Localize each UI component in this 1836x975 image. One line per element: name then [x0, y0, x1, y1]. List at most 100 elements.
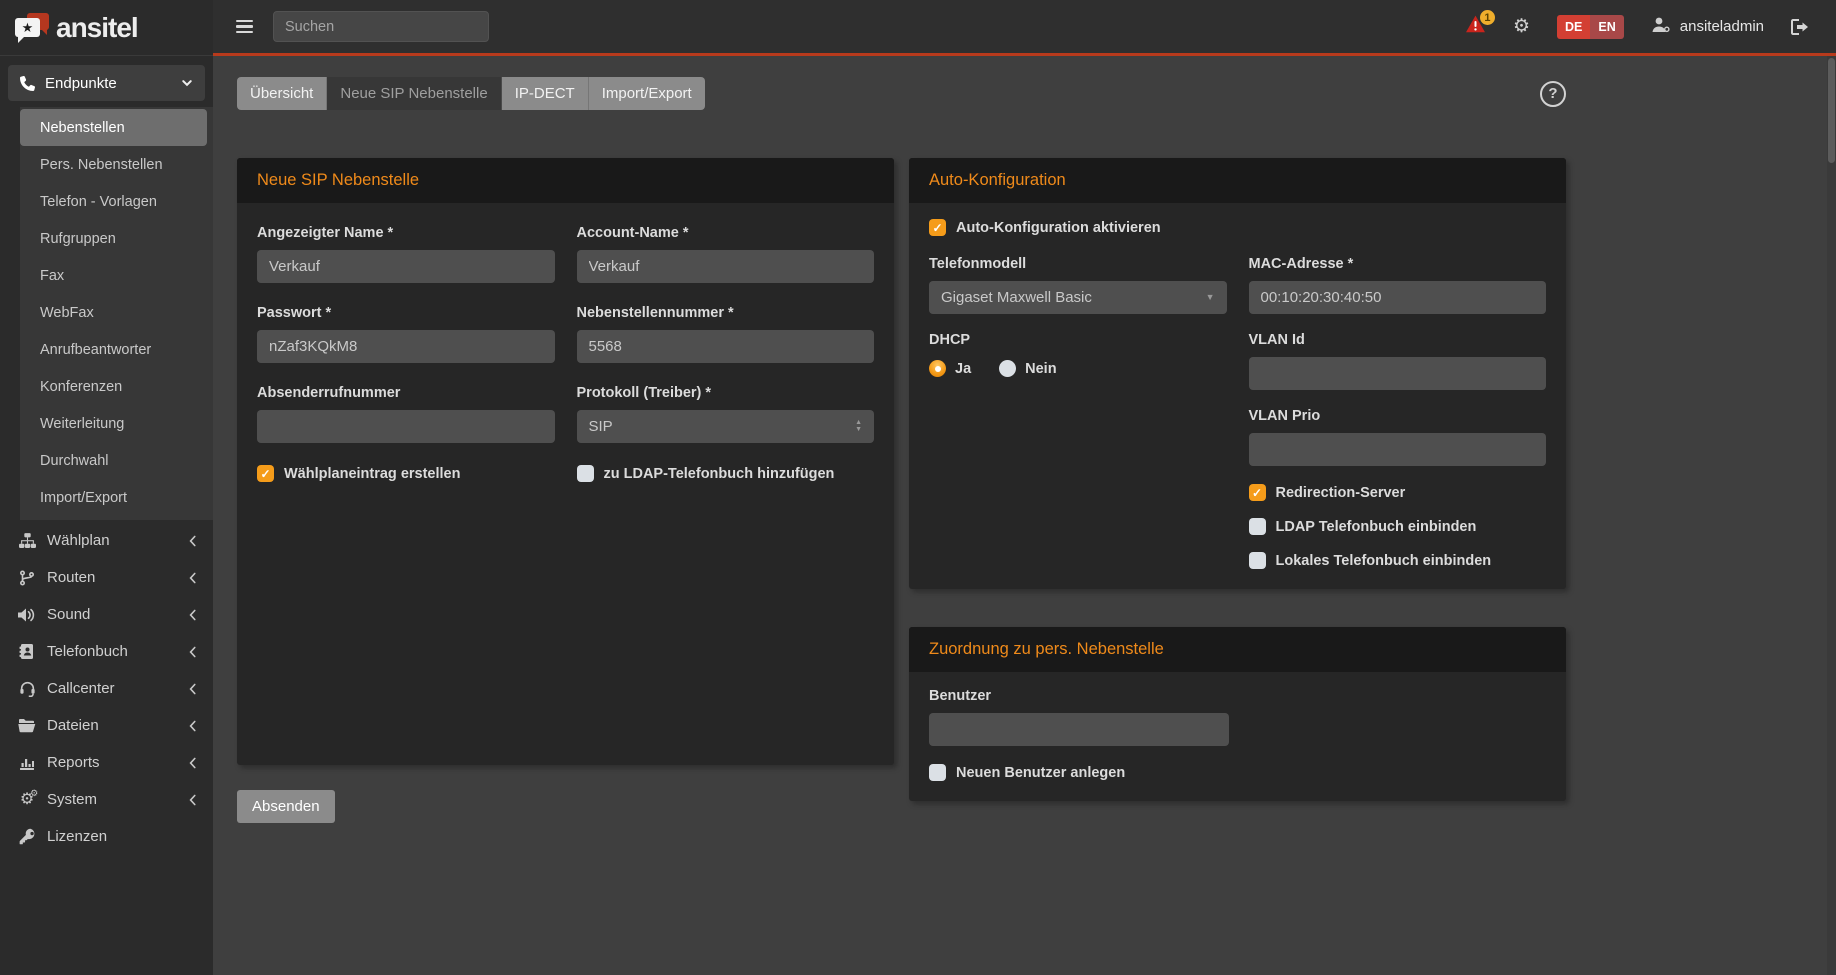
- hamburger-menu-icon[interactable]: [232, 16, 257, 38]
- sidebar-item-import-export[interactable]: Import/Export: [20, 479, 207, 516]
- right-column: Auto-Konfiguration Auto-Konfiguration ak…: [909, 158, 1566, 801]
- sidebar-item-waehlplan[interactable]: Wählplan: [0, 522, 213, 559]
- checkbox-icon[interactable]: [929, 219, 946, 236]
- sidebar-item-nebenstellen[interactable]: Nebenstellen: [20, 109, 207, 146]
- alert-count-badge: 1: [1480, 10, 1495, 25]
- sidebar-item-pers-nebenstellen[interactable]: Pers. Nebenstellen: [20, 146, 207, 183]
- sidebar-item-telefonbuch[interactable]: Telefonbuch: [0, 633, 213, 670]
- password-input[interactable]: [257, 330, 555, 363]
- sidebar: ★ ansitel Endpunkte Nebenstellen Pers. N…: [0, 0, 213, 975]
- field-phone-model: Telefonmodell Gigaset Maxwell Basic ▼: [929, 256, 1227, 314]
- checkbox-icon[interactable]: [257, 465, 274, 482]
- extension-number-input[interactable]: [577, 330, 875, 363]
- sidebar-item-webfax[interactable]: WebFax: [20, 294, 207, 331]
- phone-model-select[interactable]: Gigaset Maxwell Basic ▼: [929, 281, 1227, 314]
- sidebar-item-dateien[interactable]: Dateien: [0, 707, 213, 744]
- scrollbar-thumb[interactable]: [1828, 58, 1835, 163]
- caller-id-input[interactable]: [257, 410, 555, 443]
- sidebar-item-konferenzen[interactable]: Konferenzen: [20, 368, 207, 405]
- sidebar-item-routen[interactable]: Routen: [0, 559, 213, 596]
- sidebar-item-weiterleitung[interactable]: Weiterleitung: [20, 405, 207, 442]
- checkbox-label: Lokales Telefonbuch einbinden: [1276, 553, 1492, 569]
- radio-label: Nein: [1025, 361, 1056, 377]
- autoconf-right-column: MAC-Adresse * VLAN Id VLAN Prio: [1249, 256, 1547, 569]
- sidebar-item-anrufbeantworter[interactable]: Anrufbeantworter: [20, 331, 207, 368]
- field-vlan-id: VLAN Id: [1249, 332, 1547, 390]
- brand-logo-link[interactable]: ★ ansitel: [0, 0, 213, 56]
- logo-speech-bubble-white: ★: [15, 18, 40, 37]
- sidebar-item-durchwahl[interactable]: Durchwahl: [20, 442, 207, 479]
- key-icon: [16, 828, 38, 845]
- add-to-ldap-checkbox[interactable]: zu LDAP-Telefonbuch hinzufügen: [577, 465, 875, 482]
- checkbox-label: LDAP Telefonbuch einbinden: [1276, 519, 1477, 535]
- lang-de-button[interactable]: DE: [1557, 15, 1590, 39]
- field-account-name: Account-Name *: [577, 225, 875, 283]
- checkbox-icon[interactable]: [1249, 518, 1266, 535]
- local-phonebook-checkbox[interactable]: Lokales Telefonbuch einbinden: [1249, 552, 1547, 569]
- redirection-server-checkbox[interactable]: Redirection-Server: [1249, 484, 1547, 501]
- lang-en-button[interactable]: EN: [1590, 15, 1623, 39]
- checkbox-icon[interactable]: [1249, 484, 1266, 501]
- checkbox-icon[interactable]: [1249, 552, 1266, 569]
- help-icon[interactable]: ?: [1540, 81, 1566, 107]
- logout-icon[interactable]: [1791, 19, 1809, 35]
- protocol-selected-value: SIP: [589, 418, 613, 435]
- bar-chart-icon: [16, 755, 38, 771]
- topbar-actions: 1 ⚙ DE EN ansiteladmin: [1465, 15, 1836, 39]
- dhcp-no-radio[interactable]: Nein: [999, 360, 1056, 377]
- tab-import-export[interactable]: Import/Export: [589, 77, 705, 110]
- display-name-input[interactable]: [257, 250, 555, 283]
- dialplan-entry-checkbox[interactable]: Wählplaneintrag erstellen: [257, 465, 555, 482]
- ldap-phonebook-checkbox[interactable]: LDAP Telefonbuch einbinden: [1249, 518, 1547, 535]
- vlan-prio-input[interactable]: [1249, 433, 1547, 466]
- sidebar-item-callcenter[interactable]: Callcenter: [0, 670, 213, 707]
- tab-ip-dect[interactable]: IP-DECT: [502, 77, 589, 110]
- chevron-left-icon: [188, 535, 197, 547]
- field-caller-id: Absenderrufnummer: [257, 385, 555, 443]
- submit-button[interactable]: Absenden: [237, 790, 335, 823]
- enable-autoconf-checkbox[interactable]: Auto-Konfiguration aktivieren: [929, 219, 1546, 236]
- checkbox-icon[interactable]: [929, 764, 946, 781]
- sidebar-item-fax[interactable]: Fax: [20, 257, 207, 294]
- sidebar-item-system[interactable]: ⚙⚙ System: [0, 781, 213, 818]
- mac-address-input[interactable]: [1249, 281, 1547, 314]
- vlan-id-input[interactable]: [1249, 357, 1547, 390]
- account-name-input[interactable]: [577, 250, 875, 283]
- dhcp-radio-group: Ja Nein: [929, 360, 1227, 377]
- field-label: Angezeigter Name *: [257, 225, 555, 241]
- sidebar-group-label: Routen: [47, 569, 95, 586]
- sidebar-item-rufgruppen[interactable]: Rufgruppen: [20, 220, 207, 257]
- user-input[interactable]: [929, 713, 1229, 746]
- checkbox-icon[interactable]: [577, 465, 594, 482]
- new-sip-extension-panel: Neue SIP Nebenstelle Angezeigter Name * …: [237, 158, 894, 765]
- scrollbar-track[interactable]: [1827, 56, 1836, 975]
- tab-uebersicht[interactable]: Übersicht: [237, 77, 327, 110]
- sidebar-item-sound[interactable]: Sound: [0, 596, 213, 633]
- radio-icon[interactable]: [999, 360, 1016, 377]
- sidebar-item-reports[interactable]: Reports: [0, 744, 213, 781]
- volume-icon: [16, 607, 38, 623]
- tab-neue-sip-nebenstelle[interactable]: Neue SIP Nebenstelle: [327, 77, 501, 110]
- sidebar-item-telefon-vorlagen[interactable]: Telefon - Vorlagen: [20, 183, 207, 220]
- create-new-user-checkbox[interactable]: Neuen Benutzer anlegen: [929, 764, 1546, 781]
- field-label: Nebenstellennummer *: [577, 305, 875, 321]
- field-protocol: Protokoll (Treiber) * SIP ▲▼: [577, 385, 875, 443]
- protocol-select[interactable]: SIP ▲▼: [577, 410, 875, 443]
- sidebar-group-label: Lizenzen: [47, 828, 107, 845]
- sidebar-item-lizenzen[interactable]: Lizenzen: [0, 818, 213, 855]
- field-display-name: Angezeigter Name *: [257, 225, 555, 283]
- phone-model-selected-value: Gigaset Maxwell Basic: [941, 289, 1092, 306]
- dhcp-yes-radio[interactable]: Ja: [929, 360, 971, 377]
- field-vlan-prio: VLAN Prio: [1249, 408, 1547, 466]
- tabs-row: Übersicht Neue SIP Nebenstelle IP-DECT I…: [237, 77, 1566, 110]
- chevron-left-icon: [188, 646, 197, 658]
- sidebar-item-endpunkte[interactable]: Endpunkte: [8, 65, 205, 101]
- search-input[interactable]: [273, 11, 489, 42]
- checkbox-label: zu LDAP-Telefonbuch hinzufügen: [604, 466, 835, 482]
- warning-alerts-button[interactable]: 1: [1465, 15, 1486, 38]
- user-menu[interactable]: ansiteladmin: [1651, 16, 1764, 38]
- brand-name: ansitel: [56, 12, 138, 44]
- radio-icon[interactable]: [929, 360, 946, 377]
- settings-gear-icon[interactable]: ⚙: [1513, 17, 1530, 36]
- field-user: Benutzer: [929, 688, 1546, 746]
